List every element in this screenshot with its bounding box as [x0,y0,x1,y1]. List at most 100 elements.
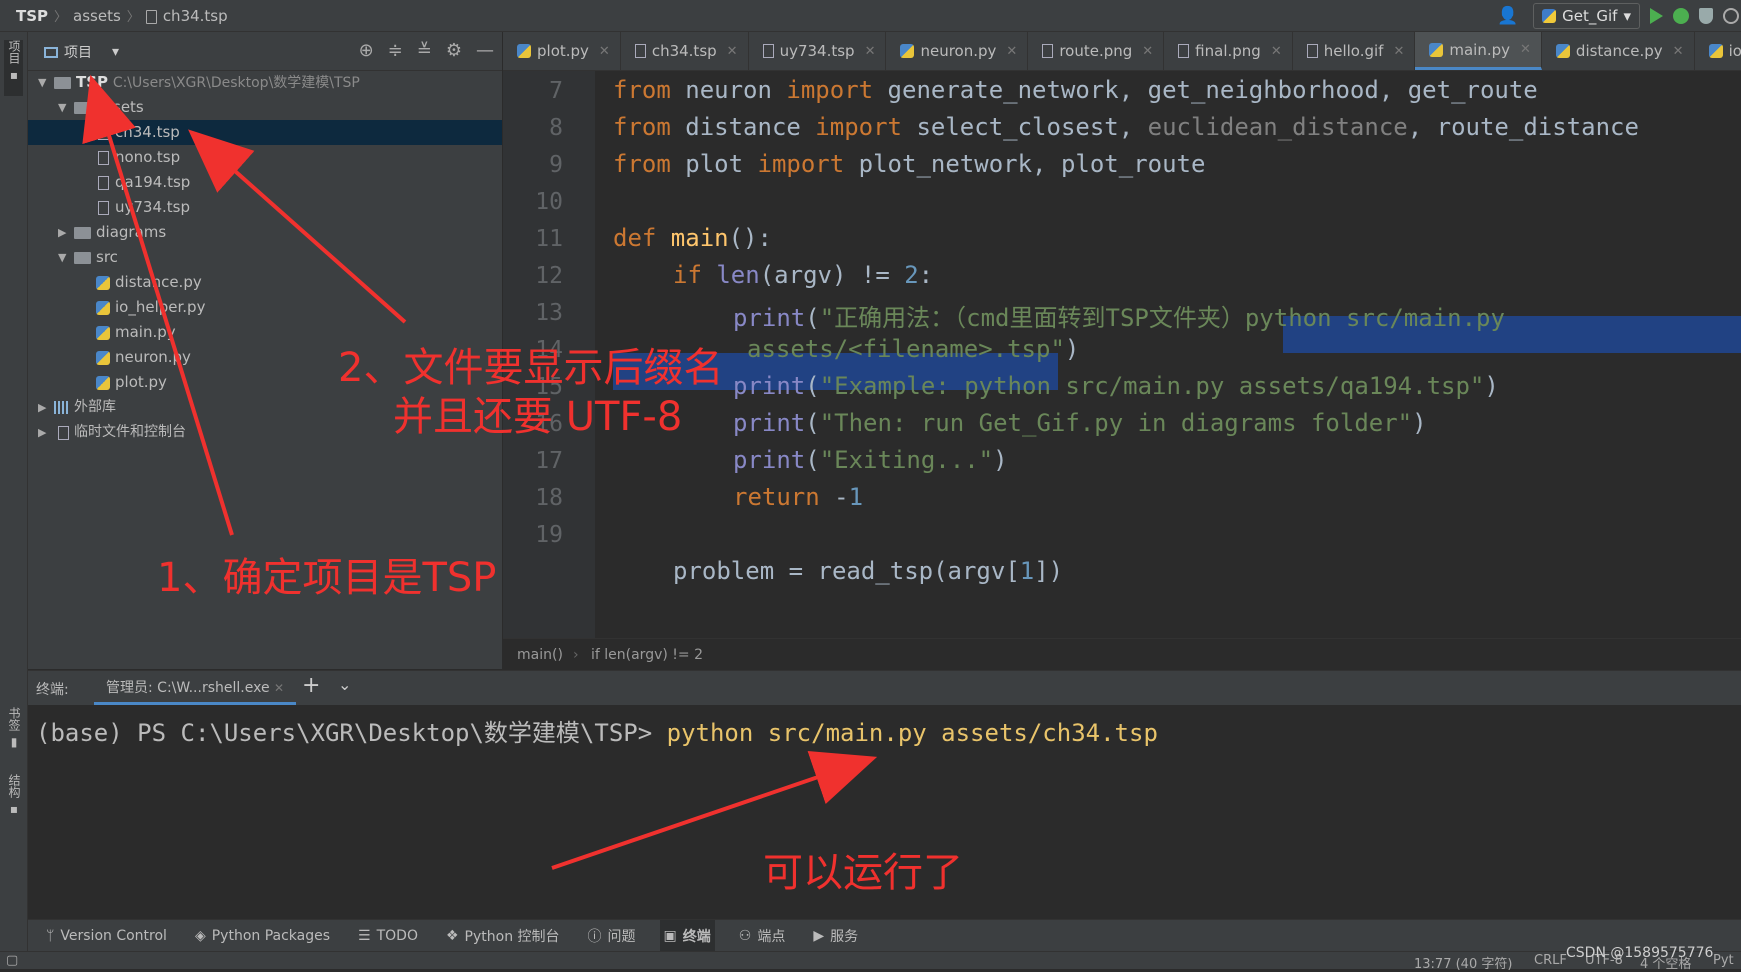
interpreter[interactable]: Pyt [1713,953,1734,968]
python-file-icon [900,44,915,58]
cursor-position[interactable]: 13:77 (40 字符) [1414,953,1512,972]
breadcrumb-block[interactable]: if len(argv) != 2 [591,647,703,663]
tab-hello-gif[interactable]: hello.gif ✕ [1293,32,1416,70]
chevron-right-icon[interactable]: ▶ [38,395,46,420]
tool-services[interactable]: ▶ 服务 [809,920,862,952]
tool-label: 终端 [682,929,711,945]
tool-terminal[interactable]: ▣ 终端 [659,920,715,952]
tab-label: route.png [1059,42,1133,60]
code-line: from neuron import generate_network, get… [613,76,1538,104]
tree-file[interactable]: distance.py [28,270,502,295]
gear-icon[interactable]: ⚙ [446,40,462,61]
root-path: C:\Users\XGR\Desktop\数学建模\TSP [112,75,360,91]
breadcrumb-function[interactable]: main() [517,647,563,663]
tab-label: distance.py [1575,42,1663,60]
tree-folder-assets[interactable]: ▼ assets [28,95,502,120]
tab-label: hello.gif [1323,42,1384,60]
tree-folder-src[interactable]: ▼ src [28,245,502,270]
tab-io-helper-py[interactable]: io_he [1695,32,1741,70]
run-icon[interactable] [1650,8,1663,24]
terminal-tab[interactable]: 管理员: C:\W...rshell.exe ✕ [94,671,297,705]
tab-final-png[interactable]: final.png ✕ [1164,32,1293,70]
close-icon[interactable]: ✕ [727,44,738,59]
layers-icon: ◈ [194,928,206,944]
tab-label: io_he [1728,42,1741,60]
close-icon[interactable]: ✕ [1673,44,1684,59]
project-tool-tab[interactable]: 项目 ▪ [4,40,23,96]
close-icon[interactable]: ✕ [865,44,876,59]
bookmarks-tool-tab[interactable]: 书签 ▮ [4,707,23,767]
tree-root[interactable]: ▼ TSP C:\Users\XGR\Desktop\数学建模\TSP [28,70,502,95]
chevron-down-icon[interactable]: ⌄ [338,675,351,694]
tab-main-py[interactable]: main.py ✕ [1415,32,1542,70]
tab-distance-py[interactable]: distance.py ✕ [1542,32,1695,70]
chevron-down-icon[interactable]: ▼ [38,70,46,95]
tree-file[interactable]: nono.tsp [28,145,502,170]
close-icon[interactable]: ✕ [1271,44,1282,59]
line-number: 8 [549,115,563,141]
close-icon[interactable]: ✕ [1006,44,1017,59]
run-configuration-select[interactable]: Get_Gif ▾ [1533,3,1640,29]
tool-problems[interactable]: ⓘ 问题 [584,920,640,952]
debug-icon[interactable] [1673,8,1689,24]
tab-label: uy734.tsp [779,42,855,60]
chevron-right-icon[interactable]: ▶ [58,220,66,245]
file-label: main.py [115,323,176,341]
coverage-icon[interactable] [1699,8,1713,24]
collapse-all-icon[interactable]: ≚ [417,40,432,61]
tab-label: final.png [1195,42,1261,60]
breadcrumb: TSP 〉 assets 〉 ch34.tsp [16,6,228,26]
chevron-down-icon[interactable]: ▼ [58,245,66,270]
locate-icon[interactable]: ⊕ [359,40,374,61]
tree-file[interactable]: ch34.tsp [28,120,502,145]
add-terminal-icon[interactable]: + [302,673,320,698]
tab-ch34-tsp[interactable]: ch34.tsp ✕ [621,32,749,70]
tree-folder-diagrams[interactable]: ▶ diagrams [28,220,502,245]
tool-version-control[interactable]: ᛘ Version Control [42,920,171,952]
close-icon[interactable]: ✕ [1142,44,1153,59]
project-view-select[interactable]: 项目 ▾ [44,42,119,62]
project-toolbar-icons: ⊕ ≑ ≚ ⚙ — [359,40,494,61]
tool-endpoints[interactable]: ⚇ 端点 [735,920,790,952]
line-separator[interactable]: CRLF [1534,953,1567,968]
run-configuration-label: Get_Gif [1562,7,1618,25]
play-circle-icon: ▶ [813,928,825,944]
hide-icon[interactable]: — [476,40,494,61]
chevron-right-icon[interactable]: ▶ [38,420,46,445]
close-icon[interactable]: ✕ [599,44,610,59]
close-icon[interactable]: ✕ [1520,42,1531,57]
structure-tool-tab[interactable]: 结构 ▪ [4,774,23,834]
expand-all-icon[interactable]: ≑ [388,40,403,61]
tool-python-packages[interactable]: ◈ Python Packages [191,920,334,952]
image-file-icon [1306,44,1318,58]
user-icon[interactable]: 👤▾ [1497,6,1523,46]
tab-route-png[interactable]: route.png ✕ [1028,32,1165,70]
file-label: uy734.tsp [115,198,190,216]
close-icon[interactable]: ✕ [274,681,284,695]
python-file-icon [96,376,110,390]
tree-file[interactable]: uy734.tsp [28,195,502,220]
file-icon [98,176,109,190]
scratch-icon [58,426,69,440]
tab-uy734-tsp[interactable]: uy734.tsp ✕ [749,32,887,70]
tool-python-console[interactable]: ❖ Python 控制台 [442,920,564,952]
breadcrumb-file[interactable]: ch34.tsp [163,7,228,25]
code-line: if len(argv) != 2: [673,261,934,289]
breadcrumb-folder[interactable]: assets [73,7,121,25]
profile-icon[interactable] [1723,8,1739,24]
tab-neuron-py[interactable]: neuron.py ✕ [886,32,1029,70]
file-label: ch34.tsp [115,123,180,141]
folder-icon [74,102,91,114]
file-icon [98,151,109,165]
code-editor[interactable]: from neuron import generate_network, get… [595,71,1741,638]
chevron-down-icon[interactable]: ▼ [58,95,66,120]
tab-plot-py[interactable]: plot.py ✕ [503,32,621,70]
tree-file[interactable]: qa194.tsp [28,170,502,195]
tool-label: TODO [376,928,418,944]
file-label: distance.py [115,273,202,291]
layout-icon[interactable]: ▢ [6,953,18,968]
breadcrumb-project[interactable]: TSP [16,7,48,25]
tool-todo[interactable]: ☰ TODO [354,920,422,952]
close-icon[interactable]: ✕ [1393,44,1404,59]
tree-file[interactable]: io_helper.py [28,295,502,320]
